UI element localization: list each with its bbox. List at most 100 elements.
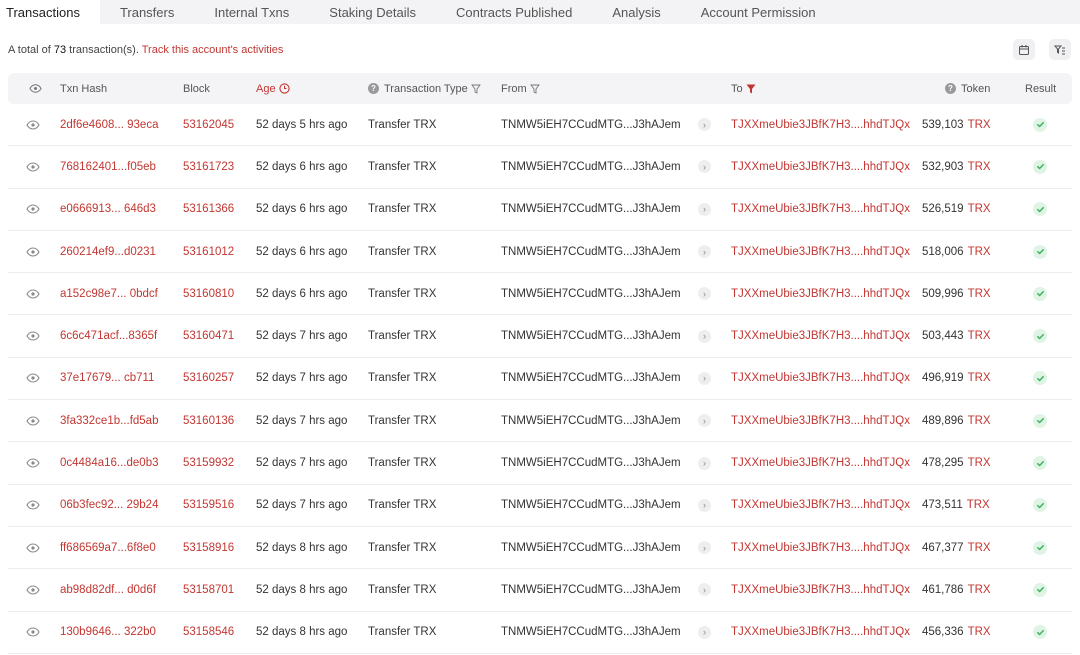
eye-icon[interactable] xyxy=(26,160,40,174)
txn-hash-link[interactable]: 0c4484a16...de0b3 xyxy=(60,442,158,483)
txn-hash-link[interactable]: 3fa332ce1b...fd5ab xyxy=(60,400,158,441)
block-link[interactable]: 53162045 xyxy=(183,104,234,145)
to-address-link[interactable]: TJXXmeUbie3JBfK7H3....hhdTJQx xyxy=(731,358,910,399)
row-view-button[interactable] xyxy=(26,400,40,441)
token-symbol-link[interactable]: TRX xyxy=(968,542,991,554)
row-view-button[interactable] xyxy=(26,612,40,653)
txn-hash-link[interactable]: 768162401...f05eb xyxy=(60,146,156,187)
from-address[interactable]: TNMW5iEH7CCudMTG...J3hAJem xyxy=(501,485,681,526)
to-address-link[interactable]: TJXXmeUbie3JBfK7H3....hhdTJQx xyxy=(731,189,910,230)
token-symbol-link[interactable]: TRX xyxy=(968,626,991,638)
tab-transactions[interactable]: Transactions xyxy=(0,0,100,24)
token-symbol-link[interactable]: TRX xyxy=(968,584,991,596)
header-to[interactable]: To xyxy=(731,73,756,104)
header-from[interactable]: From xyxy=(501,73,540,104)
txn-hash-link[interactable]: 37e17679... cb711 xyxy=(60,358,154,399)
txn-hash-link[interactable]: 6c6c471acf...8365f xyxy=(60,315,157,356)
token-symbol-link[interactable]: TRX xyxy=(968,119,991,131)
from-address[interactable]: TNMW5iEH7CCudMTG...J3hAJem xyxy=(501,358,681,399)
eye-icon[interactable] xyxy=(26,329,40,343)
block-link[interactable]: 53161012 xyxy=(183,231,234,272)
row-view-button[interactable] xyxy=(26,273,40,314)
tab-contracts-published[interactable]: Contracts Published xyxy=(436,0,592,24)
header-age[interactable]: Age xyxy=(256,73,290,104)
from-address[interactable]: TNMW5iEH7CCudMTG...J3hAJem xyxy=(501,146,681,187)
to-address-link[interactable]: TJXXmeUbie3JBfK7H3....hhdTJQx xyxy=(731,527,910,568)
token-symbol-link[interactable]: TRX xyxy=(968,457,991,469)
to-address-link[interactable]: TJXXmeUbie3JBfK7H3....hhdTJQx xyxy=(731,400,910,441)
block-link[interactable]: 53160136 xyxy=(183,400,234,441)
eye-icon[interactable] xyxy=(26,245,40,259)
eye-icon[interactable] xyxy=(26,414,40,428)
row-view-button[interactable] xyxy=(26,442,40,483)
txn-hash-link[interactable]: a152c98e7... 0bdcf xyxy=(60,273,158,314)
from-address[interactable]: TNMW5iEH7CCudMTG...J3hAJem xyxy=(501,273,681,314)
calendar-button[interactable] xyxy=(1013,39,1035,60)
block-link[interactable]: 53160257 xyxy=(183,358,234,399)
to-address-link[interactable]: TJXXmeUbie3JBfK7H3....hhdTJQx xyxy=(731,485,910,526)
eye-icon[interactable] xyxy=(26,541,40,555)
row-view-button[interactable] xyxy=(26,146,40,187)
token-symbol-link[interactable]: TRX xyxy=(967,499,990,511)
from-address[interactable]: TNMW5iEH7CCudMTG...J3hAJem xyxy=(501,400,681,441)
track-activities-link[interactable]: Track this account's activities xyxy=(142,44,284,56)
txn-hash-link[interactable]: 2df6e4608... 93eca xyxy=(60,104,158,145)
row-view-button[interactable] xyxy=(26,189,40,230)
block-link[interactable]: 53158546 xyxy=(183,612,234,653)
block-link[interactable]: 53160471 xyxy=(183,315,234,356)
clock-toggle-icon[interactable] xyxy=(278,83,290,94)
to-address-link[interactable]: TJXXmeUbie3JBfK7H3....hhdTJQx xyxy=(731,273,910,314)
from-address[interactable]: TNMW5iEH7CCudMTG...J3hAJem xyxy=(501,231,681,272)
eye-icon[interactable] xyxy=(26,118,40,132)
to-address-link[interactable]: TJXXmeUbie3JBfK7H3....hhdTJQx xyxy=(731,569,910,610)
token-symbol-link[interactable]: TRX xyxy=(968,288,991,300)
tab-staking-details[interactable]: Staking Details xyxy=(309,0,436,24)
token-symbol-link[interactable]: TRX xyxy=(968,246,991,258)
header-transaction-type[interactable]: ? Transaction Type xyxy=(368,73,481,104)
token-symbol-link[interactable]: TRX xyxy=(968,203,991,215)
filter-active-icon[interactable] xyxy=(746,84,756,94)
row-view-button[interactable] xyxy=(26,569,40,610)
to-address-link[interactable]: TJXXmeUbie3JBfK7H3....hhdTJQx xyxy=(731,315,910,356)
from-address[interactable]: TNMW5iEH7CCudMTG...J3hAJem xyxy=(501,527,681,568)
to-address-link[interactable]: TJXXmeUbie3JBfK7H3....hhdTJQx xyxy=(731,231,910,272)
txn-hash-link[interactable]: ab98d82df... d0d6f xyxy=(60,569,156,610)
help-icon[interactable]: ? xyxy=(945,83,956,94)
txn-hash-link[interactable]: 130b9646... 322b0 xyxy=(60,612,156,653)
txn-hash-link[interactable]: 06b3fec92... 29b24 xyxy=(60,485,158,526)
token-symbol-link[interactable]: TRX xyxy=(968,372,991,384)
filter-settings-button[interactable] xyxy=(1049,39,1071,60)
to-address-link[interactable]: TJXXmeUbie3JBfK7H3....hhdTJQx xyxy=(731,442,910,483)
from-address[interactable]: TNMW5iEH7CCudMTG...J3hAJem xyxy=(501,104,681,145)
block-link[interactable]: 53159516 xyxy=(183,485,234,526)
row-view-button[interactable] xyxy=(26,485,40,526)
eye-icon[interactable] xyxy=(26,202,40,216)
txn-hash-link[interactable]: 260214ef9...d0231 xyxy=(60,231,156,272)
eye-icon[interactable] xyxy=(26,583,40,597)
block-link[interactable]: 53161723 xyxy=(183,146,234,187)
eye-icon[interactable] xyxy=(26,287,40,301)
tab-internal-txns[interactable]: Internal Txns xyxy=(194,0,309,24)
block-link[interactable]: 53159932 xyxy=(183,442,234,483)
eye-icon[interactable] xyxy=(26,371,40,385)
row-view-button[interactable] xyxy=(26,527,40,568)
token-symbol-link[interactable]: TRX xyxy=(968,161,991,173)
token-symbol-link[interactable]: TRX xyxy=(968,415,991,427)
filter-icon[interactable] xyxy=(470,84,481,94)
tab-analysis[interactable]: Analysis xyxy=(592,0,680,24)
to-address-link[interactable]: TJXXmeUbie3JBfK7H3....hhdTJQx xyxy=(731,146,910,187)
token-symbol-link[interactable]: TRX xyxy=(968,330,991,342)
from-address[interactable]: TNMW5iEH7CCudMTG...J3hAJem xyxy=(501,612,681,653)
block-link[interactable]: 53161366 xyxy=(183,189,234,230)
from-address[interactable]: TNMW5iEH7CCudMTG...J3hAJem xyxy=(501,569,681,610)
from-address[interactable]: TNMW5iEH7CCudMTG...J3hAJem xyxy=(501,189,681,230)
block-link[interactable]: 53160810 xyxy=(183,273,234,314)
eye-icon[interactable] xyxy=(26,498,40,512)
row-view-button[interactable] xyxy=(26,231,40,272)
tab-transfers[interactable]: Transfers xyxy=(100,0,194,24)
row-view-button[interactable] xyxy=(26,104,40,145)
from-address[interactable]: TNMW5iEH7CCudMTG...J3hAJem xyxy=(501,442,681,483)
eye-icon[interactable] xyxy=(26,625,40,639)
block-link[interactable]: 53158916 xyxy=(183,527,234,568)
row-view-button[interactable] xyxy=(26,315,40,356)
